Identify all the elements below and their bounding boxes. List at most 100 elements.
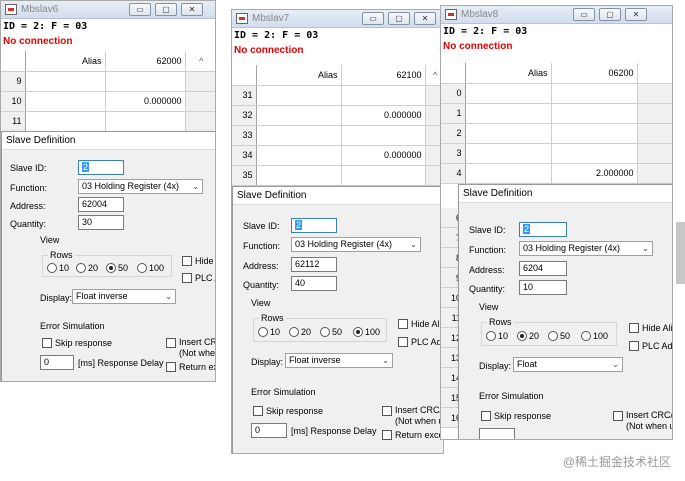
rows-20-label: 20 (301, 327, 312, 337)
insert-crc-checkbox[interactable] (613, 411, 623, 421)
alias-cell[interactable] (25, 91, 106, 112)
value-cell[interactable] (105, 111, 186, 132)
value-cell[interactable]: 0.000000 (105, 91, 186, 112)
scrollbar-track[interactable] (185, 91, 215, 112)
alias-cell[interactable] (25, 71, 106, 92)
minimize-button[interactable]: ▭ (362, 12, 384, 25)
rows-10-radio[interactable] (47, 263, 57, 273)
plc-address-checkbox[interactable] (182, 273, 192, 283)
slave-id-input[interactable]: 2 (519, 222, 567, 237)
scrollbar-track[interactable] (637, 103, 672, 124)
function-select[interactable]: 03 Holding Register (4x) ⌄ (78, 179, 203, 194)
return-exception-checkbox[interactable] (166, 362, 176, 372)
scrollbar-thumb[interactable] (676, 222, 685, 284)
slave-id-input[interactable]: 2 (291, 218, 337, 233)
rows-50-radio[interactable] (106, 263, 116, 273)
mbslav6-titlebar[interactable]: Mbslav6 ▭ ▢ ✕ (1, 1, 215, 19)
alias-header: Alias (465, 63, 552, 84)
rows-50-radio[interactable] (548, 331, 558, 341)
rows-20-radio[interactable] (289, 327, 299, 337)
rows-50-radio[interactable] (320, 327, 330, 337)
scrollbar-track[interactable] (637, 143, 672, 164)
alias-cell[interactable] (256, 145, 342, 166)
value-cell[interactable]: 2.000000 (551, 163, 638, 184)
value-cell[interactable] (551, 143, 638, 164)
close-button[interactable]: ✕ (414, 12, 436, 25)
scroll-up-icon[interactable]: ^ (185, 51, 215, 72)
address-input[interactable]: 6204 (519, 261, 567, 276)
response-delay-input[interactable]: 0 (251, 423, 287, 438)
alias-cell[interactable] (465, 103, 552, 124)
mbslav7-titlebar[interactable]: Mbslav7 ▭ ▢ ✕ (232, 10, 443, 28)
plc-address-checkbox[interactable] (629, 341, 639, 351)
scrollbar-track[interactable] (637, 123, 672, 144)
hide-alias-checkbox[interactable] (398, 319, 408, 329)
alias-cell[interactable] (465, 143, 552, 164)
value-cell[interactable] (341, 125, 426, 146)
maximize-button[interactable]: ▢ (155, 3, 177, 16)
rows-100-radio[interactable] (353, 327, 363, 337)
value-cell[interactable] (105, 71, 186, 92)
scrollbar-track[interactable] (185, 111, 215, 132)
minimize-button[interactable]: ▭ (573, 8, 595, 21)
alias-cell[interactable] (256, 85, 342, 106)
value-cell[interactable] (551, 83, 638, 104)
function-select[interactable]: 03 Holding Register (4x) ⌄ (519, 241, 653, 256)
hide-alias-checkbox[interactable] (629, 323, 639, 333)
alias-cell[interactable] (256, 125, 342, 146)
rows-20-label: 20 (88, 263, 99, 273)
rows-10-radio[interactable] (258, 327, 268, 337)
value-cell[interactable] (551, 103, 638, 124)
connection-status: No connection (443, 41, 513, 52)
return-exception-checkbox[interactable] (382, 430, 392, 440)
plc-address-checkbox[interactable] (398, 337, 408, 347)
response-delay-input[interactable]: 0 (40, 355, 74, 370)
skip-response-checkbox[interactable] (481, 411, 491, 421)
minimize-button[interactable]: ▭ (129, 3, 151, 16)
quantity-input[interactable]: 40 (291, 276, 337, 291)
close-button[interactable]: ✕ (181, 3, 203, 16)
value-cell[interactable]: 0.000000 (341, 145, 426, 166)
value-cell[interactable] (341, 85, 426, 106)
alias-cell[interactable] (25, 111, 106, 132)
skip-response-checkbox[interactable] (42, 338, 52, 348)
insert-crc-checkbox[interactable] (166, 338, 176, 348)
rows-20-radio[interactable] (76, 263, 86, 273)
alias-cell[interactable] (465, 123, 552, 144)
value-cell[interactable] (341, 165, 426, 186)
scrollbar-track[interactable] (637, 163, 672, 184)
quantity-input[interactable]: 10 (519, 280, 567, 295)
hide-alias-checkbox[interactable] (182, 256, 192, 266)
rows-100-radio[interactable] (581, 331, 591, 341)
display-select[interactable]: Float inverse ⌄ (285, 353, 393, 368)
register-table: Alias 06200 0 1 2 3 4 2.000000 (441, 63, 672, 184)
address-input[interactable]: 62004 (78, 197, 124, 212)
function-select[interactable]: 03 Holding Register (4x) ⌄ (291, 237, 421, 252)
value-cell[interactable] (551, 123, 638, 144)
close-button[interactable]: ✕ (625, 8, 647, 21)
skip-response-checkbox[interactable] (253, 406, 263, 416)
slave-id-input[interactable]: 2 (78, 160, 124, 175)
display-select[interactable]: Float inverse ⌄ (72, 289, 176, 304)
alias-cell[interactable] (256, 105, 342, 126)
scrollbar-track[interactable] (637, 83, 672, 104)
insert-crc-checkbox[interactable] (382, 406, 392, 416)
alias-cell[interactable] (465, 163, 552, 184)
alias-cell[interactable] (256, 165, 342, 186)
scrollbar-track[interactable] (185, 71, 215, 92)
skip-response-label: Skip response (266, 406, 324, 416)
mbslav8-titlebar[interactable]: Mbslav8 ▭ ▢ ✕ (441, 6, 672, 24)
response-delay-input[interactable] (479, 428, 515, 439)
rows-100-radio[interactable] (137, 263, 147, 273)
maximize-button[interactable]: ▢ (599, 8, 621, 21)
maximize-button[interactable]: ▢ (388, 12, 410, 25)
rows-10-radio[interactable] (486, 331, 496, 341)
quantity-input[interactable]: 30 (78, 215, 124, 230)
display-select[interactable]: Float ⌄ (513, 357, 623, 372)
display-label: Display: (251, 357, 284, 367)
alias-cell[interactable] (465, 83, 552, 104)
rows-20-radio[interactable] (517, 331, 527, 341)
address-input[interactable]: 62112 (291, 257, 337, 272)
value-cell[interactable]: 0.000000 (341, 105, 426, 126)
table-row: 32 0.000000 (232, 105, 443, 126)
